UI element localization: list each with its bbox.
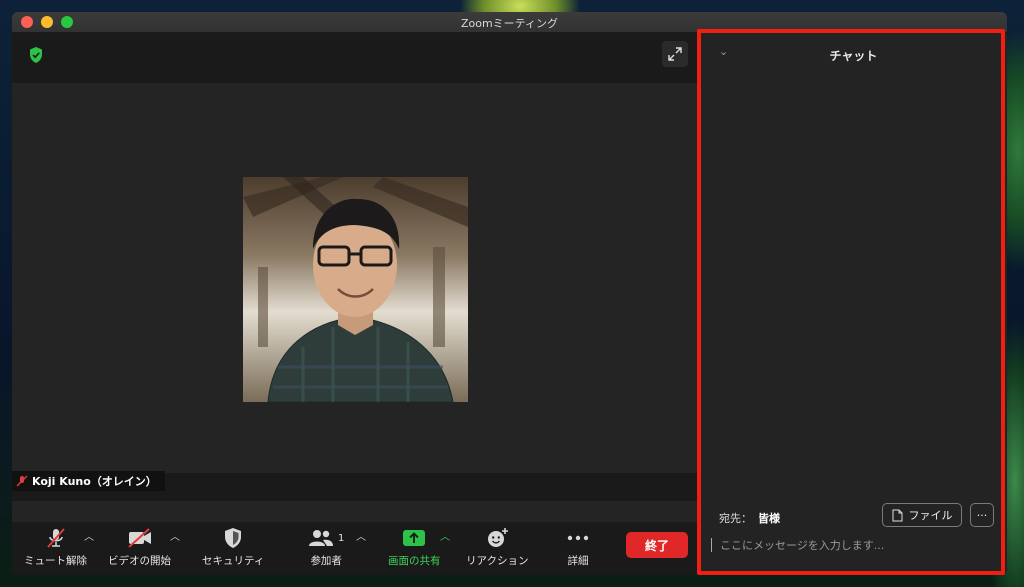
file-icon xyxy=(892,509,902,521)
meeting-toolbar: ミュート解除 ︿ ビデオの開始 ︿ セキュリティ 1 参加者 ︿ 画面の共有 ︿… xyxy=(12,522,697,575)
share-screen-button[interactable]: 画面の共有 xyxy=(388,526,441,568)
participant-profile-photo xyxy=(243,177,468,402)
recipient-label: 宛先： xyxy=(719,512,752,525)
zoom-window: Zoomミーティング Koji Kuno（オレイン） ミュート解除 ︿ ビデオの… xyxy=(12,12,1007,575)
participant-name: Koji Kuno（オレイン） xyxy=(32,475,157,488)
more-dots-icon xyxy=(567,535,589,541)
reaction-emoji-icon xyxy=(488,528,509,547)
chat-message-input[interactable] xyxy=(720,538,980,552)
participants-label: 参加者 xyxy=(310,555,342,567)
chat-message-input-wrapper xyxy=(711,535,996,555)
share-screen-icon xyxy=(403,530,426,546)
unmute-label: ミュート解除 xyxy=(24,555,87,567)
expand-icon xyxy=(668,47,682,61)
participants-count: 1 xyxy=(338,532,345,544)
reactions-label: リアクション xyxy=(466,555,529,567)
share-options-chevron-icon[interactable]: ︿ xyxy=(440,528,450,543)
reactions-button[interactable]: リアクション xyxy=(466,526,528,568)
participants-icon xyxy=(309,530,333,546)
text-cursor xyxy=(711,538,712,552)
title-bar: Zoomミーティング xyxy=(12,12,1007,33)
video-camera-off-icon xyxy=(127,528,151,548)
security-shield-icon xyxy=(225,528,242,548)
more-options-label: 詳細 xyxy=(567,555,589,567)
fullscreen-expand-button[interactable] xyxy=(662,41,688,67)
participants-button[interactable]: 1 参加者 xyxy=(308,526,344,568)
file-button-label: ファイル xyxy=(908,509,953,522)
video-top-strip xyxy=(12,33,697,83)
video-options-chevron-icon[interactable]: ︿ xyxy=(170,528,180,543)
video-stage xyxy=(12,83,697,473)
security-button[interactable]: セキュリティ xyxy=(202,526,264,568)
recipient-value: 皆様 xyxy=(758,512,780,525)
chat-title: チャット xyxy=(829,49,878,63)
start-video-label: ビデオの開始 xyxy=(108,555,171,567)
chat-panel: ⌄ チャット 宛先： 皆様 ファイル ··· xyxy=(698,33,1007,575)
file-button[interactable]: ファイル xyxy=(882,503,962,527)
video-area: Koji Kuno（オレイン） xyxy=(12,33,697,501)
chat-header: ⌄ チャット xyxy=(699,33,1007,73)
muted-mic-icon xyxy=(16,475,28,487)
chat-more-button[interactable]: ··· xyxy=(970,503,994,527)
end-meeting-button[interactable]: 終了 xyxy=(626,532,688,558)
microphone-muted-icon xyxy=(46,528,65,548)
encryption-shield-icon[interactable] xyxy=(26,45,46,65)
start-video-button[interactable]: ビデオの開始 xyxy=(108,526,171,568)
window-title: Zoomミーティング xyxy=(460,17,559,30)
participants-options-chevron-icon[interactable]: ︿ xyxy=(356,528,366,543)
share-screen-label: 画面の共有 xyxy=(388,555,441,567)
security-label: セキュリティ xyxy=(202,555,265,567)
more-options-button[interactable]: 詳細 xyxy=(566,526,590,568)
audio-options-chevron-icon[interactable]: ︿ xyxy=(84,528,94,543)
participant-name-tag: Koji Kuno（オレイン） xyxy=(12,471,165,491)
unmute-button[interactable]: ミュート解除 xyxy=(24,526,87,568)
chat-recipient-selector[interactable]: 宛先： 皆様 xyxy=(719,510,780,526)
